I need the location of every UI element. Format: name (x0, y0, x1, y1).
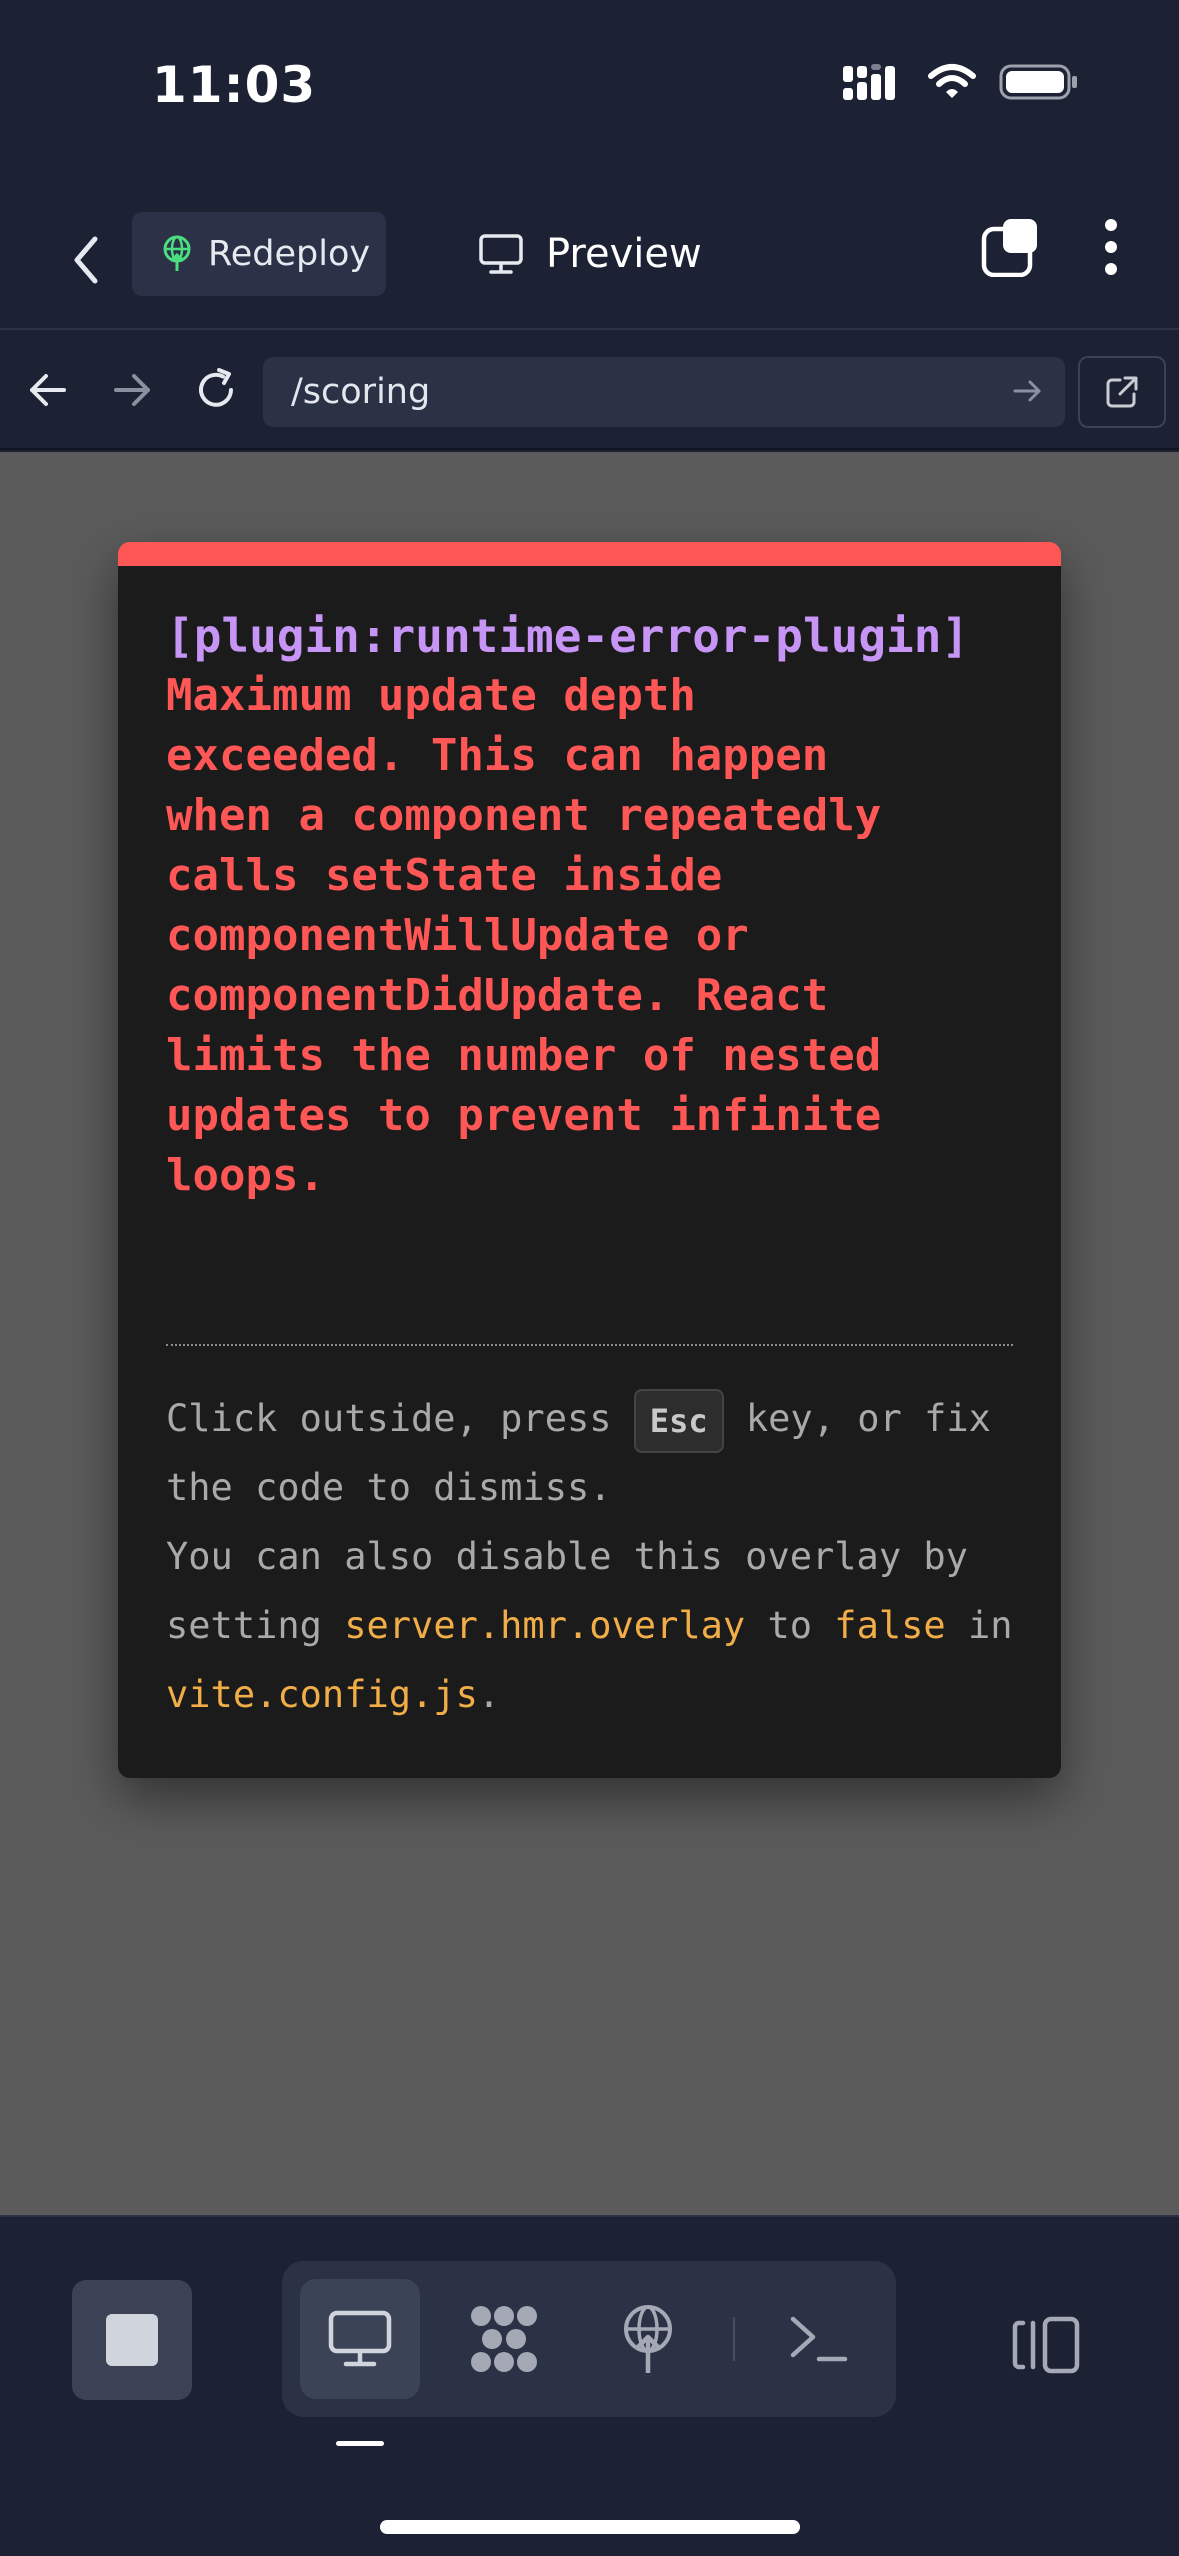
preview-label: Preview (546, 231, 702, 277)
arrow-left-icon (30, 374, 66, 406)
preview-content[interactable]: [plugin:runtime-error-plugin] Maximum up… (0, 452, 1179, 2215)
stop-button[interactable] (72, 2280, 192, 2400)
error-overlay-card: [plugin:runtime-error-plugin] Maximum up… (118, 542, 1061, 1778)
arrow-right-icon (1013, 380, 1041, 402)
status-bar: 11:03 (0, 0, 1179, 175)
tab-preview[interactable]: Preview (478, 217, 702, 291)
reload-button[interactable] (188, 362, 244, 418)
browser-url-bar: /scoring (0, 332, 1179, 450)
app-header: Redeploy Preview (0, 195, 1179, 330)
url-input[interactable]: /scoring (263, 357, 1065, 427)
tabs-icon (981, 219, 1037, 278)
esc-key-badge: Esc (633, 1388, 724, 1453)
side-panel-button[interactable] (1005, 2305, 1085, 2385)
url-path: /scoring (291, 372, 431, 412)
terminal-icon (790, 2316, 848, 2362)
tip-text: to (745, 1604, 835, 1647)
error-tip: Click outside, press Esc key, or fix the… (166, 1384, 1025, 1729)
url-go-button[interactable] (1011, 374, 1045, 412)
deploy-button[interactable] (588, 2279, 708, 2399)
more-vertical-icon (1105, 219, 1117, 275)
deploy-globe-icon (163, 235, 191, 271)
cellular-signal-icon (843, 64, 895, 100)
stop-icon (106, 2314, 158, 2366)
nav-forward-button[interactable] (104, 362, 160, 418)
redeploy-label: Redeploy (208, 234, 371, 274)
side-panel-icon (1012, 2316, 1080, 2374)
tip-text: in (945, 1604, 1013, 1647)
tabs-button[interactable] (981, 217, 1041, 281)
terminal-button[interactable] (758, 2279, 878, 2399)
tip-code: false (834, 1604, 946, 1647)
tip-code: server.hmr.overlay (344, 1604, 746, 1647)
tip-code: vite.config.js (166, 1673, 478, 1716)
redeploy-button[interactable]: Redeploy (132, 212, 386, 296)
nav-back-button[interactable] (20, 362, 76, 418)
wifi-icon (928, 64, 976, 98)
chevron-left-icon (74, 236, 98, 284)
home-indicator (380, 2520, 800, 2534)
battery-icon (999, 64, 1077, 100)
tip-text: . (477, 1673, 501, 1716)
packages-button[interactable] (444, 2279, 564, 2399)
back-button[interactable] (58, 225, 114, 295)
arrow-right-icon (114, 374, 150, 406)
external-link-icon (1106, 376, 1138, 408)
status-icons (843, 62, 1079, 102)
tip-text: Click outside, press (166, 1397, 634, 1440)
status-time: 11:03 (152, 56, 317, 114)
open-external-button[interactable] (1078, 356, 1166, 428)
header-actions (981, 217, 1119, 281)
reload-icon (199, 368, 233, 407)
dots-grid-icon (471, 2306, 537, 2372)
divider (166, 1344, 1013, 1346)
monitor-icon (479, 234, 523, 274)
bottom-toolbar (0, 2215, 1179, 2556)
divider (733, 2317, 735, 2361)
preview-mode-button[interactable] (300, 2279, 420, 2399)
view-switcher (282, 2261, 896, 2417)
more-menu-button[interactable] (1103, 217, 1119, 281)
monitor-icon (328, 2310, 392, 2367)
error-plugin-label: [plugin:runtime-error-plugin] (166, 609, 970, 663)
deploy-globe-icon (624, 2305, 672, 2373)
error-message: Maximum update depth exceeded. This can … (166, 670, 882, 1201)
active-tab-indicator (336, 2441, 384, 2446)
